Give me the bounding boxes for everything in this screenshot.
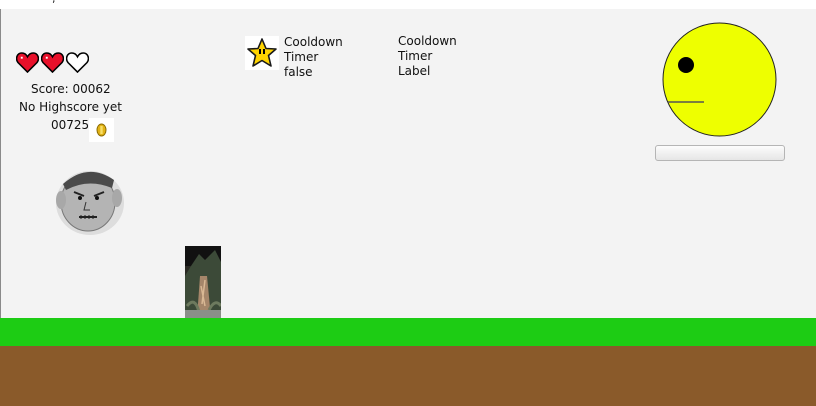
- coin-count-label: 00725: [51, 118, 90, 132]
- cooldown-label-line1: Cooldown: [398, 34, 457, 48]
- ground-grass: [0, 318, 816, 346]
- heart-full-icon: [41, 52, 64, 73]
- highscore-label: No Highscore yet: [19, 100, 122, 114]
- left-border: [0, 9, 1, 319]
- cooldown-line3: false: [284, 65, 313, 79]
- ground-dirt: [0, 346, 816, 406]
- game-stage: , Score: 00062 No Highscore yet 00725: [0, 0, 816, 406]
- cooldown-line2: Timer: [284, 50, 319, 64]
- coin-icon: [89, 118, 114, 142]
- progress-bar: [655, 145, 785, 161]
- sun-face: [662, 22, 777, 137]
- lives-hearts: [16, 52, 89, 73]
- star-icon: [245, 36, 279, 70]
- score-label: Score: 00062: [31, 82, 111, 96]
- cooldown-timer-label: Cooldown Timer Label: [398, 34, 457, 79]
- heart-full-icon: [16, 52, 39, 73]
- obstacle-tree: [185, 246, 223, 318]
- cooldown-label-line3: Label: [398, 64, 431, 78]
- cooldown-timer-status: Cooldown Timer false: [284, 35, 343, 80]
- window-title-bar: ,: [0, 0, 816, 9]
- heart-empty-icon: [66, 52, 89, 73]
- title-glyph: ,: [52, 0, 56, 5]
- player-character: [50, 162, 126, 238]
- cooldown-line1: Cooldown: [284, 35, 343, 49]
- cooldown-label-line2: Timer: [398, 49, 433, 63]
